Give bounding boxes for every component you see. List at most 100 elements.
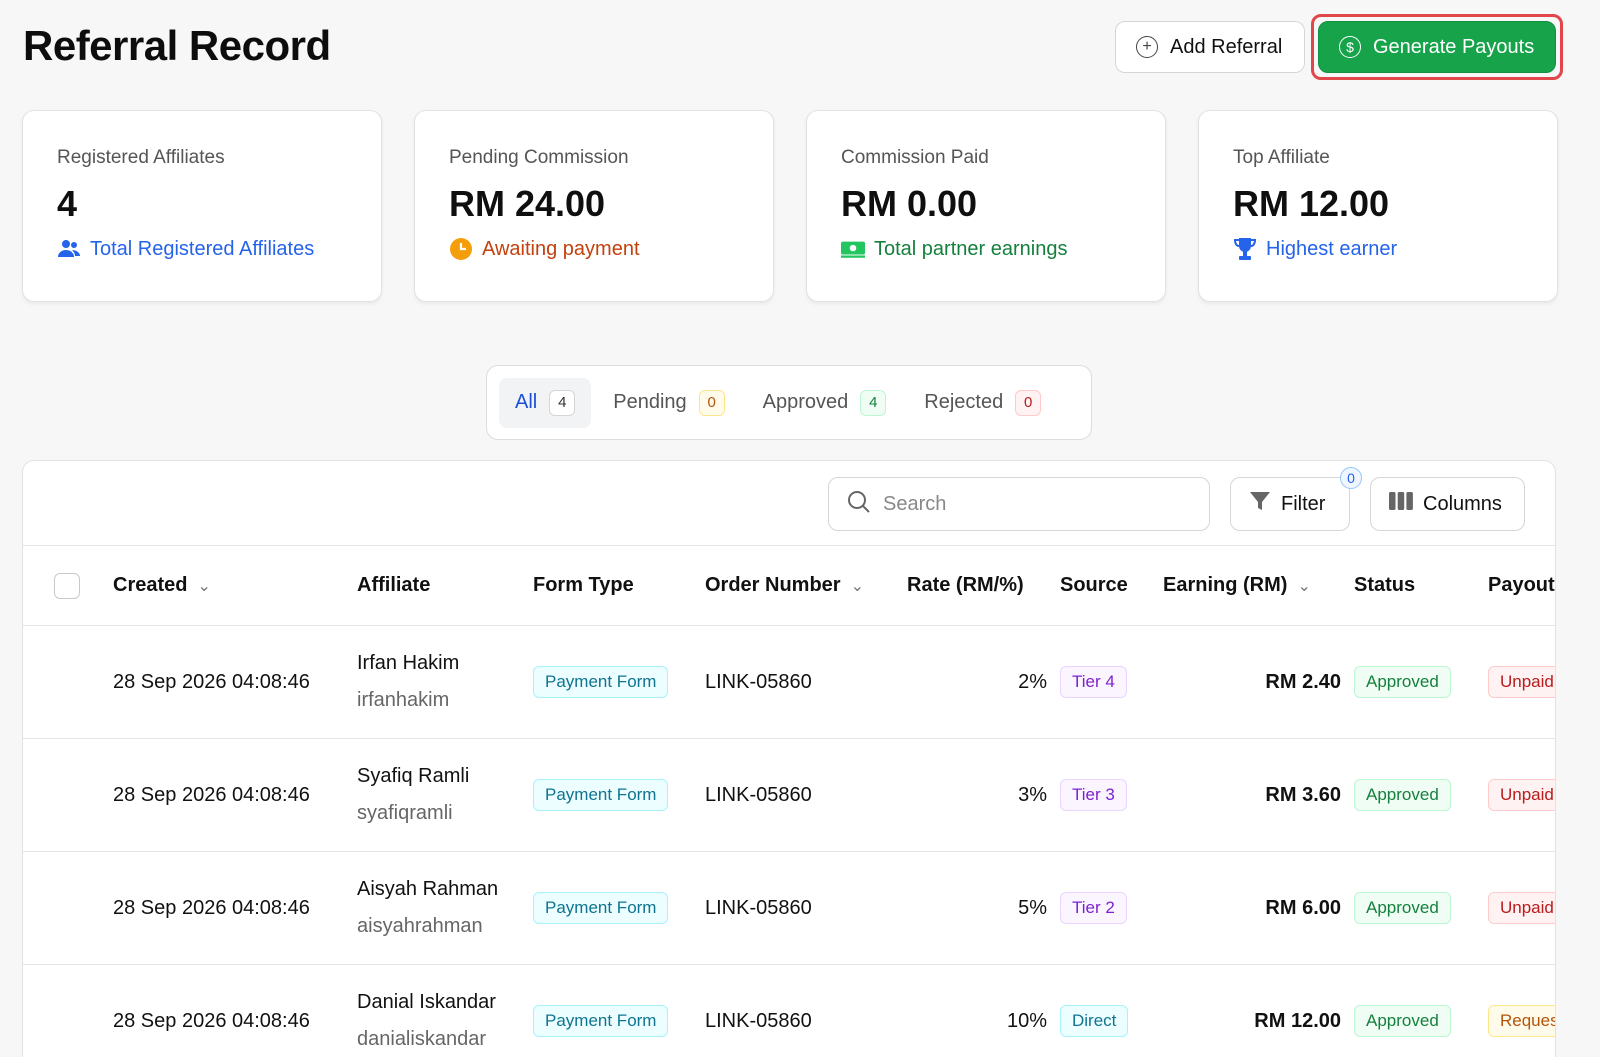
search-input[interactable] [883, 492, 1183, 516]
table-row[interactable]: 28 Sep 2026 04:08:46 Syafiq Ramli syafiq… [23, 739, 1555, 852]
referral-table: Filter 0 Columns Created ⌄ Affiliate Form… [22, 460, 1556, 1057]
generate-payouts-button[interactable]: $ Generate Payouts [1318, 21, 1556, 73]
order-number-cell: LINK-05860 [705, 670, 812, 693]
form-type-badge: Payment Form [533, 892, 669, 924]
column-label: Source [1060, 574, 1128, 596]
rate-cell: 2% [1018, 670, 1047, 693]
affiliate-cell: Syafiq Ramli syafiqramli [357, 739, 469, 851]
status-badge: Approved [1354, 666, 1451, 698]
stat-card-top-affiliate: Top Affiliate RM 12.00 Highest earner [1198, 110, 1558, 302]
page-title: Referral Record [23, 22, 331, 69]
order-number-cell: LINK-05860 [705, 783, 812, 806]
column-label: Affiliate [357, 574, 431, 596]
chevron-down-icon: ⌄ [850, 577, 864, 595]
funnel-icon [1249, 490, 1271, 518]
status-badge: Approved [1354, 1005, 1451, 1037]
chevron-down-icon: ⌄ [197, 577, 211, 595]
column-created[interactable]: Created ⌄ [113, 574, 211, 597]
affiliate-name: Danial Iskandar [357, 991, 496, 1013]
column-status: Status [1354, 574, 1415, 597]
source-badge: Tier 4 [1060, 666, 1127, 698]
column-order-number[interactable]: Order Number ⌄ [705, 574, 864, 597]
columns-label: Columns [1423, 492, 1502, 515]
stat-label: Commission Paid [841, 147, 989, 168]
column-label: Form Type [533, 574, 634, 596]
created-cell: 28 Sep 2026 04:08:46 [113, 670, 310, 693]
table-row[interactable]: 28 Sep 2026 04:08:46 Aisyah Rahman aisya… [23, 852, 1555, 965]
users-icon [57, 237, 81, 261]
tab-approved[interactable]: Approved 4 [747, 378, 903, 428]
column-label: Earning (RM) [1163, 574, 1288, 596]
column-label: Order Number [705, 574, 841, 596]
stat-label: Top Affiliate [1233, 147, 1330, 168]
tab-rejected[interactable]: Rejected 0 [908, 378, 1057, 428]
columns-button[interactable]: Columns [1370, 477, 1525, 531]
stat-card-pending-commission: Pending Commission RM 24.00 Awaiting pay… [414, 110, 774, 302]
affiliate-name: Irfan Hakim [357, 652, 460, 674]
status-badge: Approved [1354, 779, 1451, 811]
stat-card-registered-affiliates: Registered Affiliates 4 Total Registered… [22, 110, 382, 302]
payout-badge: Unpaid [1488, 892, 1555, 924]
column-label: Status [1354, 574, 1416, 596]
search-icon [847, 490, 871, 519]
trophy-icon [1233, 237, 1257, 261]
payout-badge: Reques [1488, 1005, 1555, 1037]
stat-value: 4 [57, 183, 78, 224]
earning-cell: RM 2.40 [1265, 670, 1341, 693]
tab-count: 0 [698, 389, 725, 416]
affiliate-handle: aisyahrahman [357, 915, 483, 937]
table-toolbar: Filter 0 Columns [23, 461, 1555, 546]
stat-sub: Awaiting payment [482, 237, 640, 260]
tab-count: 4 [860, 389, 887, 416]
affiliate-cell: Danial Iskandar danialiskandar [357, 965, 496, 1057]
column-affiliate: Affiliate [357, 574, 430, 597]
columns-icon [1389, 491, 1413, 517]
created-cell: 28 Sep 2026 04:08:46 [113, 783, 310, 806]
form-type-badge: Payment Form [533, 779, 669, 811]
tab-pending[interactable]: Pending 0 [597, 378, 740, 428]
source-badge: Direct [1060, 1005, 1129, 1037]
column-rate: Rate (RM/%) [907, 574, 1024, 597]
column-source: Source [1060, 574, 1128, 597]
tab-count: 4 [549, 389, 576, 416]
payout-badge: Unpaid [1488, 666, 1555, 698]
tab-label: Rejected [924, 391, 1004, 413]
stat-value: RM 12.00 [1233, 183, 1390, 224]
affiliate-handle: syafiqramli [357, 802, 453, 824]
table-header: Created ⌄ Affiliate Form Type Order Numbe… [23, 546, 1555, 626]
table-row[interactable]: 28 Sep 2026 04:08:46 Irfan Hakim irfanha… [23, 626, 1555, 739]
filter-label: Filter [1281, 492, 1326, 515]
order-number-cell: LINK-05860 [705, 1009, 812, 1032]
stat-sub: Total Registered Affiliates [90, 237, 315, 260]
affiliate-cell: Irfan Hakim irfanhakim [357, 626, 459, 738]
select-all-checkbox[interactable] [54, 572, 80, 599]
cash-icon [841, 237, 865, 261]
clock-icon [449, 237, 473, 261]
rate-cell: 10% [1006, 1009, 1047, 1032]
column-earning[interactable]: Earning (RM) ⌄ [1163, 574, 1311, 597]
affiliate-handle: danialiskandar [357, 1028, 486, 1050]
column-label: Payout [1488, 574, 1555, 596]
tab-label: Approved [762, 391, 849, 413]
column-label: Rate (RM/%) [907, 574, 1024, 596]
tab-all[interactable]: All 4 [499, 377, 592, 428]
source-badge: Tier 2 [1060, 892, 1127, 924]
stat-sub: Highest earner [1266, 237, 1398, 260]
tab-label: Pending [613, 391, 687, 413]
stat-label: Registered Affiliates [57, 147, 225, 168]
dollar-circle-icon: $ [1339, 36, 1361, 58]
form-type-badge: Payment Form [533, 666, 669, 698]
add-referral-button[interactable]: + Add Referral [1115, 21, 1305, 73]
rate-cell: 5% [1018, 896, 1047, 919]
plus-circle-icon: + [1136, 36, 1158, 58]
payout-badge: Unpaid [1488, 779, 1555, 811]
table-row[interactable]: 28 Sep 2026 04:08:46 Danial Iskandar dan… [23, 965, 1555, 1057]
created-cell: 28 Sep 2026 04:08:46 [113, 1009, 310, 1032]
filter-button[interactable]: Filter [1230, 477, 1350, 531]
filter-count-badge: 0 [1340, 467, 1362, 489]
column-payout: Payout [1488, 574, 1555, 597]
chevron-down-icon: ⌄ [1297, 577, 1311, 595]
search-box [828, 477, 1210, 531]
status-tabs: All 4 Pending 0 Approved 4 Rejected 0 [486, 365, 1092, 440]
earning-cell: RM 6.00 [1265, 896, 1341, 919]
